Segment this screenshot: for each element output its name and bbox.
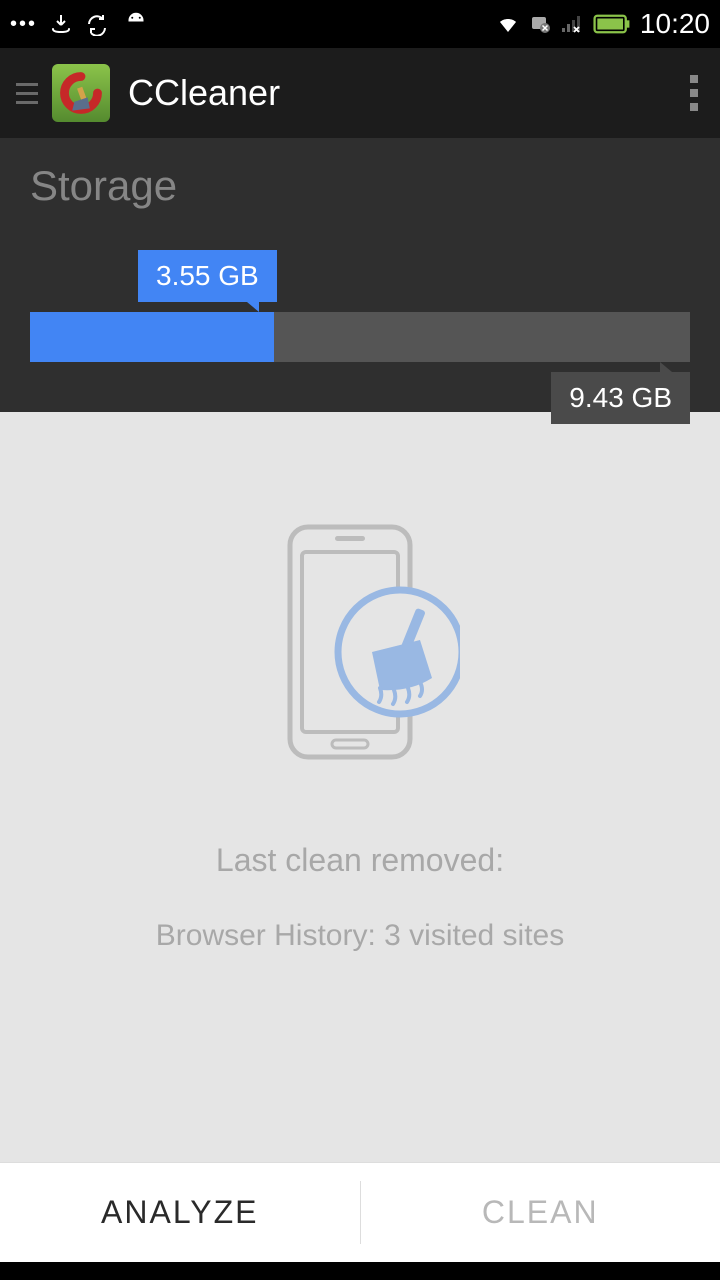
download-icon (49, 12, 73, 36)
phone-clean-illustration-icon (260, 522, 460, 782)
storage-bar (30, 312, 690, 362)
clean-button[interactable]: CLEAN (361, 1163, 720, 1262)
status-bar: ••• 10:20 (0, 0, 720, 48)
last-clean-title: Last clean removed: (216, 842, 504, 879)
storage-title: Storage (30, 162, 690, 210)
battery-icon (592, 13, 632, 35)
analyze-button[interactable]: ANALYZE (0, 1163, 360, 1262)
overflow-menu-icon[interactable] (680, 65, 708, 121)
app-title: CCleaner (128, 72, 680, 114)
android-icon (121, 9, 151, 39)
status-left: ••• (10, 9, 151, 39)
wifi-icon (496, 12, 520, 36)
app-logo-icon (52, 64, 110, 122)
storage-bar-fill (30, 312, 274, 362)
storage-used-label: 3.55 GB (138, 250, 277, 302)
status-right: 10:20 (496, 8, 710, 40)
signal-icon (560, 12, 584, 36)
mute-card-icon (528, 12, 552, 36)
bottom-bar: ANALYZE CLEAN (0, 1162, 720, 1262)
status-time: 10:20 (640, 8, 710, 40)
storage-chart: 3.55 GB 9.43 GB (30, 250, 690, 362)
sync-icon (85, 12, 109, 36)
hamburger-menu-icon[interactable] (12, 75, 42, 112)
last-clean-detail: Browser History: 3 visited sites (156, 919, 564, 953)
app-bar: CCleaner (0, 48, 720, 138)
content-area: Last clean removed: Browser History: 3 v… (0, 412, 720, 1162)
storage-total-label: 9.43 GB (551, 372, 690, 424)
storage-section: Storage 3.55 GB 9.43 GB (0, 138, 720, 412)
more-dots-icon: ••• (10, 13, 37, 36)
